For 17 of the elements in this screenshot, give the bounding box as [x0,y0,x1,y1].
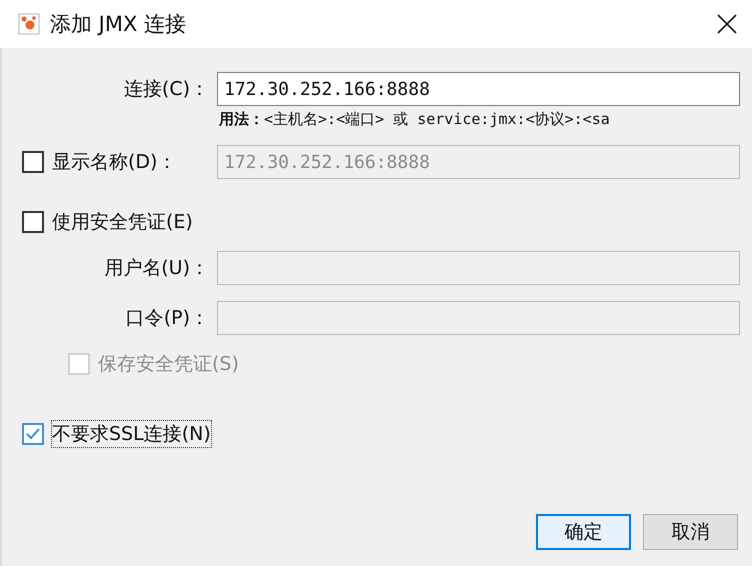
password-field[interactable] [217,301,740,335]
close-icon[interactable] [716,13,738,35]
connection-label: 连接(C)： [124,77,210,102]
checkbox-label[interactable]: 不要求SSL连接(N) [52,421,211,447]
username-field[interactable] [217,251,740,285]
cancel-button[interactable]: 取消 [643,514,738,550]
usage-hint: 用法：<主机名>:<端口> 或 service:jmx:<协议>:<sa [218,109,611,129]
checkbox-label[interactable]: 使用安全凭证(E) [52,209,193,235]
checkbox[interactable] [22,423,44,445]
app-icon [18,13,40,35]
ok-button[interactable]: 确定 [536,514,631,550]
connection-field[interactable]: 172.30.252.166:8888 [217,72,740,106]
username-label: 用户名(U)： [104,256,210,281]
checkbox[interactable] [22,211,44,233]
checkmark-icon [26,428,40,440]
window-title: 添加 JMX 连接 [50,11,188,38]
password-label: 口令(P)： [126,306,210,331]
